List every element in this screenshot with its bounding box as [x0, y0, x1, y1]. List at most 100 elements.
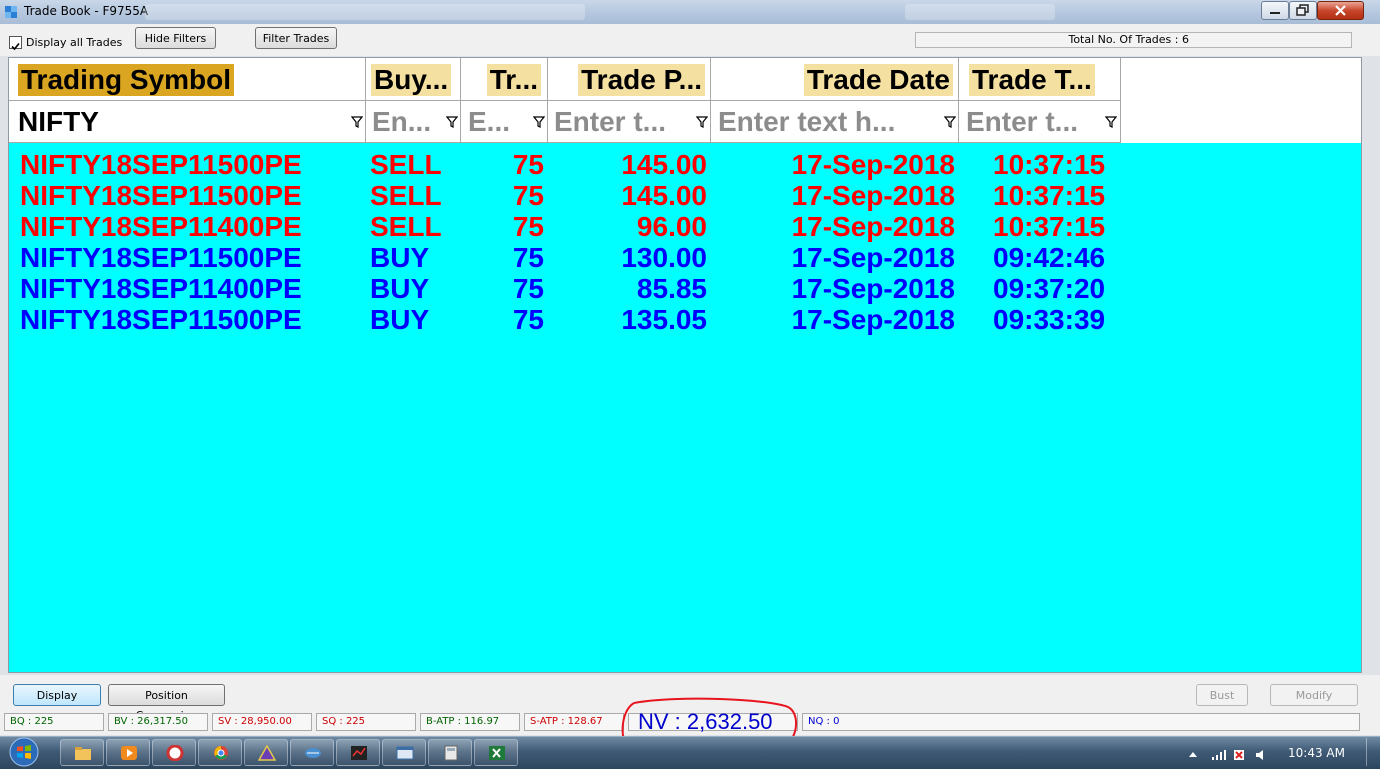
taskbar-chrome-button[interactable] [198, 739, 242, 766]
cell-date: 17-Sep-2018 [791, 211, 955, 242]
cell-date: 17-Sep-2018 [791, 149, 955, 180]
table-row[interactable]: NIFTY18SEP11500PE SELL 75 145.00 17-Sep-… [9, 149, 1361, 180]
title-blur [145, 4, 585, 20]
filter-input[interactable]: Enter t... [554, 106, 667, 138]
cell-qty: 75 [512, 273, 544, 304]
network-app-icon [305, 748, 321, 758]
cell-time: 10:37:15 [993, 211, 1106, 242]
display-all-trades-checkbox[interactable]: Display all Trades [9, 35, 123, 50]
column-header-trading-symbol[interactable]: Trading Symbol [9, 58, 366, 101]
modify-button[interactable]: Modify [1270, 684, 1358, 706]
header-label: Trade P... [578, 64, 705, 96]
filter-funnel-icon[interactable] [696, 115, 708, 129]
cell-qty: 75 [512, 242, 544, 273]
show-desktop-button[interactable] [1366, 738, 1379, 766]
filter-trade-date[interactable]: Enter text h... [711, 101, 959, 143]
media-player-icon [121, 746, 137, 760]
taskbar-trading-terminal-button[interactable] [336, 739, 380, 766]
filter-input[interactable]: E... [468, 106, 511, 138]
triangle-app-icon [258, 745, 276, 761]
column-header-buy-sell[interactable]: Buy... [366, 58, 461, 101]
calculator-icon [444, 745, 458, 761]
cell-side: SELL [370, 149, 442, 180]
table-row[interactable]: NIFTY18SEP11500PE SELL 75 145.00 17-Sep-… [9, 180, 1361, 211]
cell-side: SELL [370, 180, 442, 211]
cell-price: 145.00 [621, 149, 707, 180]
taskbar-app-button[interactable] [290, 739, 334, 766]
cell-date: 17-Sep-2018 [791, 304, 955, 335]
filter-input[interactable]: Enter t... [966, 106, 1079, 138]
filter-funnel-icon[interactable] [533, 115, 545, 129]
bust-button[interactable]: Bust [1196, 684, 1248, 706]
filter-input[interactable]: En... [372, 106, 432, 138]
minimize-button[interactable] [1261, 1, 1289, 20]
title-blur [905, 4, 1055, 20]
taskbar-explorer-button[interactable] [60, 739, 104, 766]
cell-time: 09:37:20 [993, 273, 1106, 304]
display-all-trades-label: Display all Trades [26, 35, 123, 49]
taskbar-app-button[interactable] [152, 739, 196, 766]
cell-side: BUY [370, 304, 430, 335]
filter-input[interactable]: Enter text h... [718, 106, 896, 138]
column-header-trade-time[interactable]: Trade T... [959, 58, 1121, 101]
table-row[interactable]: NIFTY18SEP11500PE BUY 75 130.00 17-Sep-2… [9, 242, 1361, 273]
maximize-button[interactable] [1289, 1, 1317, 20]
buy-quantity-stat: BQ : 225 [4, 713, 104, 731]
sell-atp-stat: S-ATP : 128.67 [524, 713, 624, 731]
window-icon [396, 746, 414, 760]
filter-trades-button[interactable]: Filter Trades [255, 27, 337, 49]
header-label: Trade T... [969, 64, 1095, 96]
column-header-trade-qty[interactable]: Tr... [461, 58, 548, 101]
header-label: Buy... [371, 64, 452, 96]
cell-time: 09:33:39 [993, 304, 1106, 335]
close-button[interactable] [1317, 1, 1364, 20]
display-button[interactable]: Display [13, 684, 101, 706]
buy-value-stat: BV : 26,317.50 [108, 713, 208, 731]
filter-funnel-icon[interactable] [351, 115, 363, 129]
folder-icon [75, 747, 91, 760]
cell-symbol: NIFTY18SEP11400PE [20, 273, 302, 304]
cell-symbol: NIFTY18SEP11500PE [20, 304, 302, 335]
sell-quantity-stat: SQ : 225 [316, 713, 416, 731]
table-row[interactable]: NIFTY18SEP11400PE SELL 75 96.00 17-Sep-2… [9, 211, 1361, 242]
restore-icon [1296, 4, 1309, 16]
taskbar-clock[interactable]: 10:43 AM [1288, 746, 1345, 760]
chart-app-icon [351, 746, 367, 760]
filter-funnel-icon[interactable] [446, 115, 458, 129]
checkbox-box[interactable] [9, 35, 22, 50]
table-row[interactable]: NIFTY18SEP11400PE BUY 75 85.85 17-Sep-20… [9, 273, 1361, 304]
column-header-trade-price[interactable]: Trade P... [548, 58, 711, 101]
cell-time: 09:42:46 [993, 242, 1106, 273]
filter-buy-sell[interactable]: En... [366, 101, 461, 143]
taskbar-calculator-button[interactable] [428, 739, 472, 766]
checkmark-icon [11, 42, 20, 50]
cell-time: 10:37:15 [993, 180, 1106, 211]
filter-trade-qty[interactable]: E... [461, 101, 548, 143]
windows-start-icon[interactable] [4, 737, 44, 767]
taskbar-media-button[interactable] [106, 739, 150, 766]
hide-filters-button[interactable]: Hide Filters [135, 27, 216, 49]
cell-symbol: NIFTY18SEP11500PE [20, 180, 302, 211]
taskbar-window-button[interactable] [382, 739, 426, 766]
cell-date: 17-Sep-2018 [791, 273, 955, 304]
filter-funnel-icon[interactable] [1105, 115, 1117, 129]
close-icon [1335, 5, 1346, 16]
cell-symbol: NIFTY18SEP11400PE [20, 211, 302, 242]
sell-value-stat: SV : 28,950.00 [212, 713, 312, 731]
minimize-icon [1270, 12, 1280, 14]
table-row[interactable]: NIFTY18SEP11500PE BUY 75 135.05 17-Sep-2… [9, 304, 1361, 335]
column-header-trade-date[interactable]: Trade Date [711, 58, 959, 101]
taskbar-excel-button[interactable] [474, 739, 518, 766]
position-conversion-button[interactable]: Position Conversion [108, 684, 225, 722]
filter-trade-time[interactable]: Enter t... [959, 101, 1121, 143]
header-label: Tr... [486, 64, 541, 96]
cell-qty: 75 [512, 149, 544, 180]
window-title: Trade Book - F9755A [24, 4, 149, 18]
filter-trading-symbol[interactable]: NIFTY [9, 101, 366, 143]
filter-trade-price[interactable]: Enter t... [548, 101, 711, 143]
system-tray-icons[interactable] [1188, 749, 1278, 761]
filter-funnel-icon[interactable] [944, 115, 956, 129]
filter-input[interactable]: NIFTY [18, 106, 99, 138]
net-quantity-stat: NQ : 0 [802, 713, 1360, 731]
taskbar-app-button[interactable] [244, 739, 288, 766]
